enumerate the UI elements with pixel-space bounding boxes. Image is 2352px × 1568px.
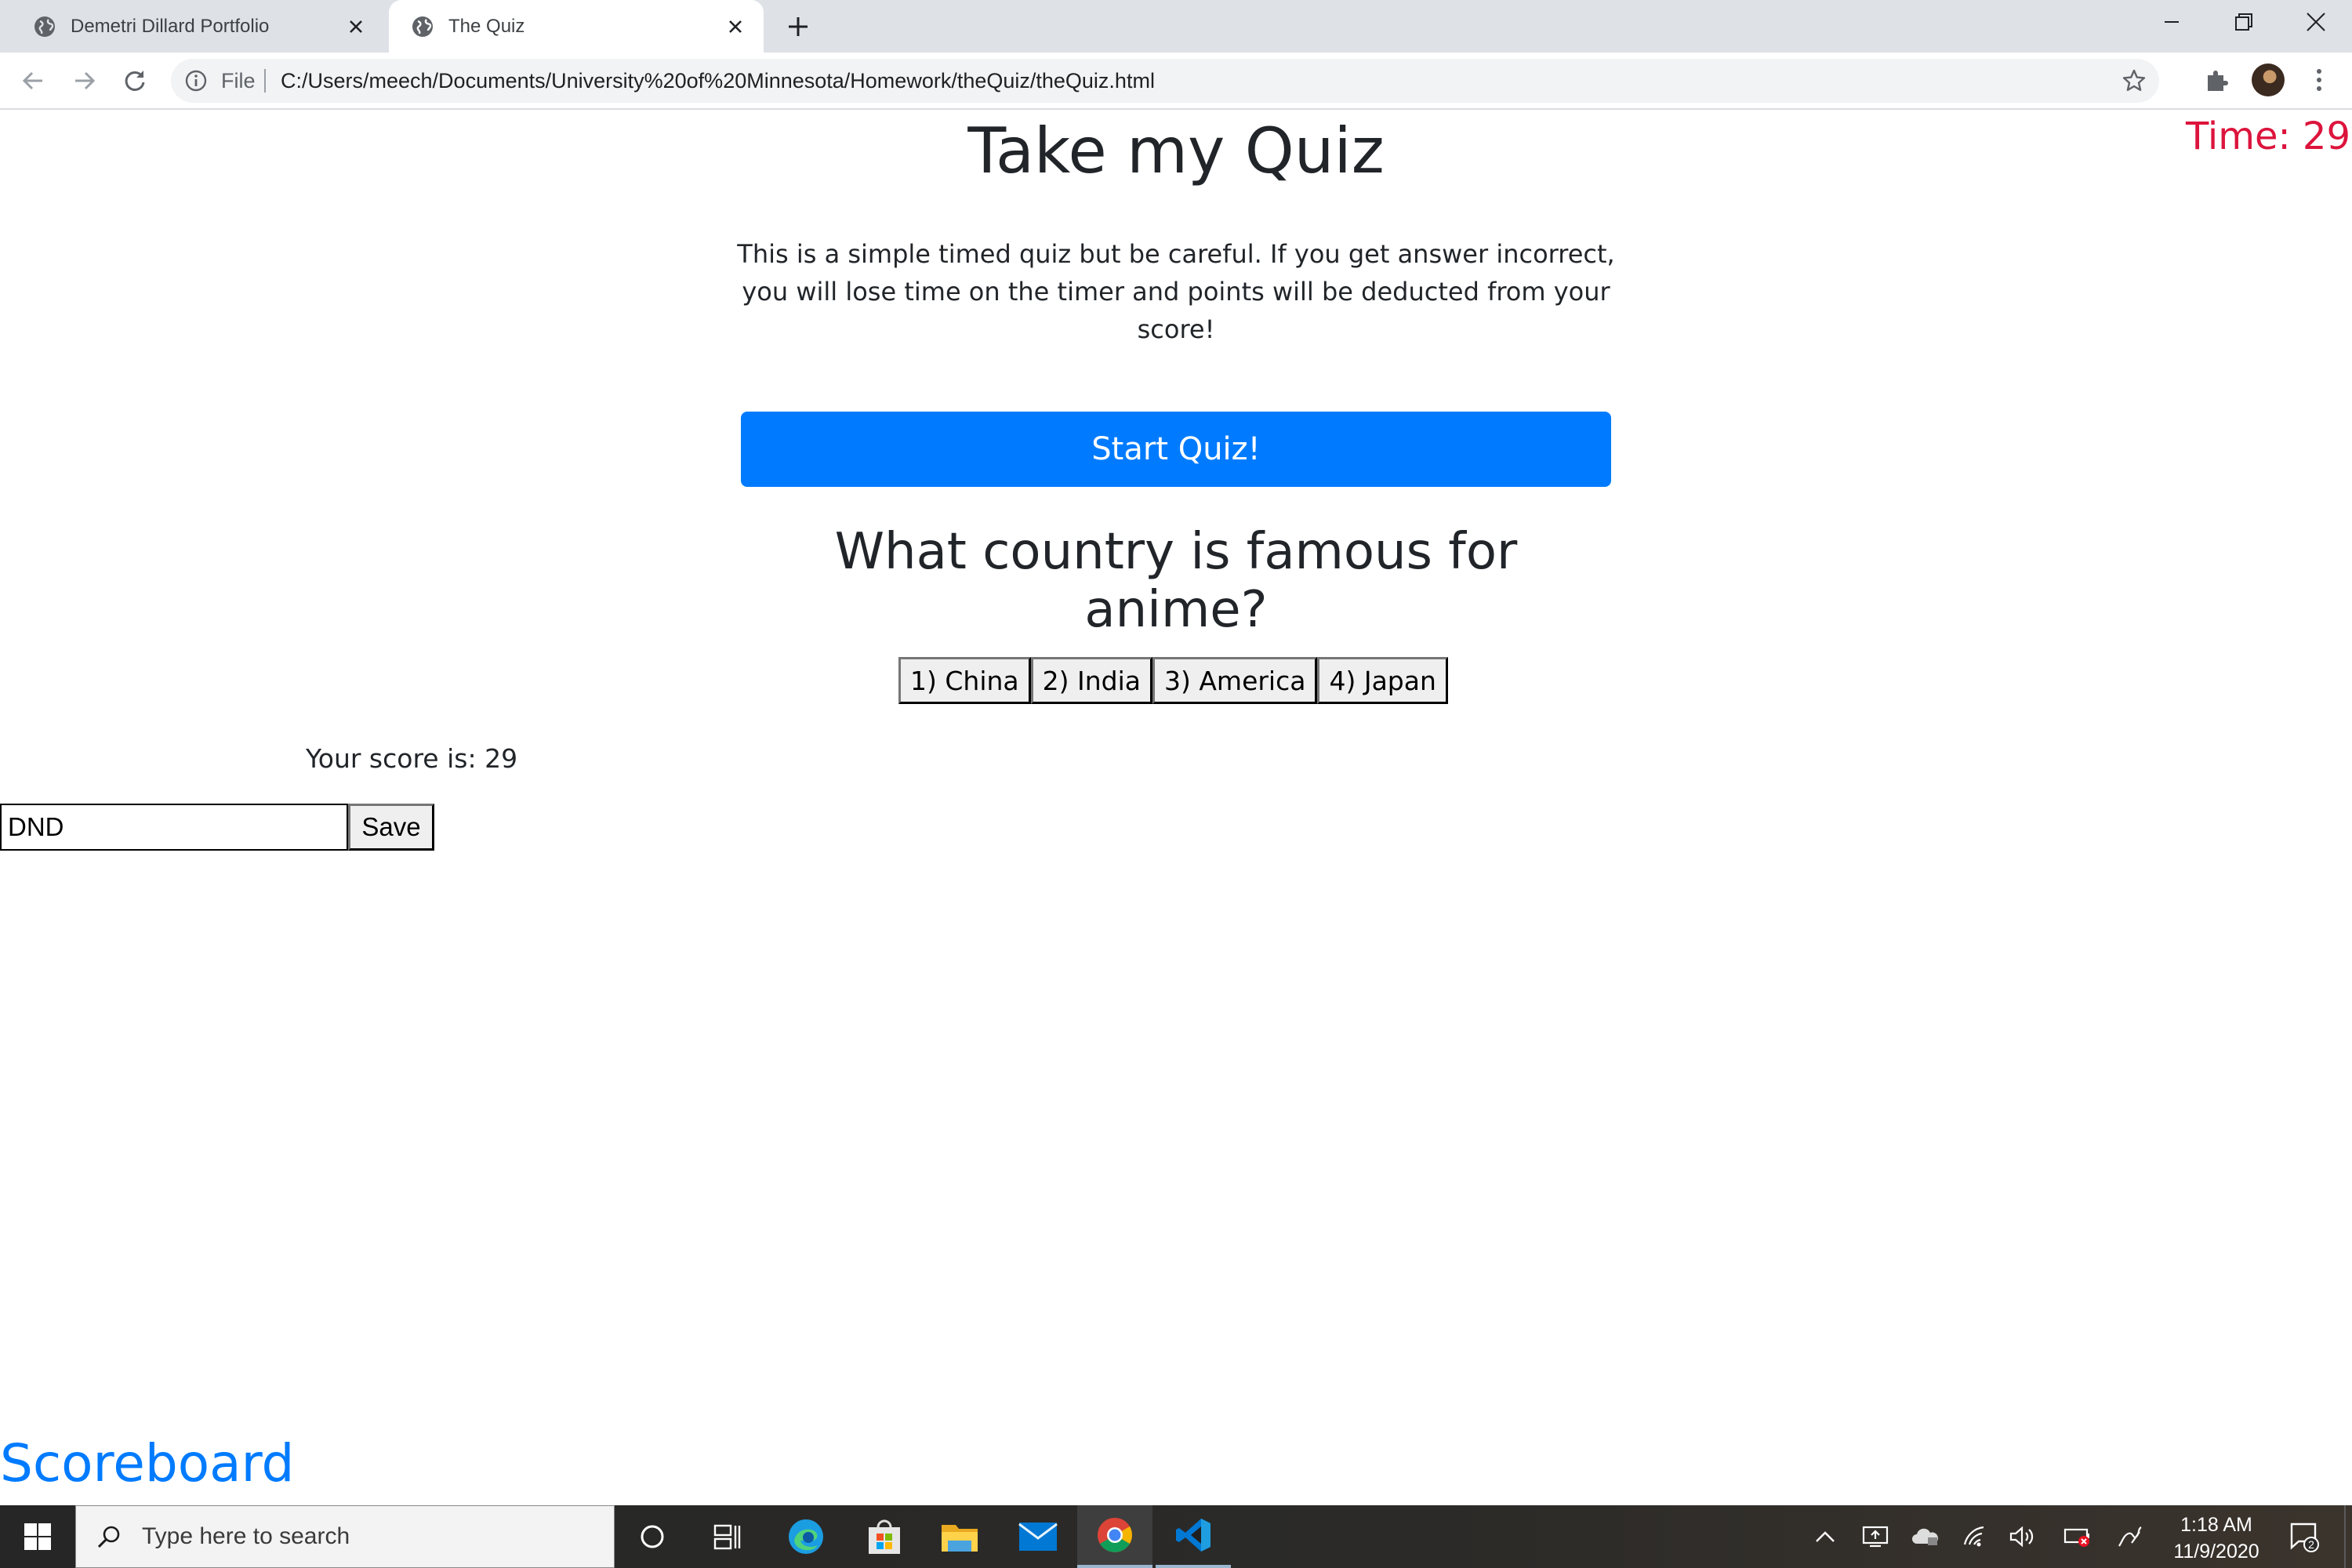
- onedrive-icon[interactable]: [1900, 1505, 1951, 1568]
- windows-start-icon[interactable]: [0, 1505, 75, 1568]
- new-tab-plus-icon[interactable]: [782, 11, 814, 42]
- extensions-puzzle-icon[interactable]: [2201, 64, 2233, 96]
- answer-button-india[interactable]: 2) India: [1030, 657, 1152, 704]
- kebab-menu-icon[interactable]: [2305, 64, 2333, 96]
- close-icon[interactable]: [721, 13, 750, 41]
- cortana-icon[interactable]: [615, 1505, 690, 1568]
- score-text: Your score is: 29: [306, 743, 518, 774]
- forward-arrow-icon[interactable]: [67, 64, 102, 98]
- question-text: What country is famous for anime?: [834, 523, 1518, 639]
- restore-icon[interactable]: [2208, 0, 2280, 44]
- taskbar-search-box[interactable]: Type here to search: [75, 1505, 615, 1568]
- show-desktop-button[interactable]: [2344, 1505, 2352, 1568]
- globe-icon: [33, 15, 56, 38]
- tab-strip: Demetri Dillard Portfolio The Quiz: [0, 0, 2352, 53]
- profile-avatar[interactable]: [2252, 64, 2285, 96]
- info-icon[interactable]: [183, 68, 209, 93]
- volume-icon[interactable]: [1998, 1505, 2048, 1568]
- search-icon: [93, 1521, 125, 1552]
- initials-input[interactable]: [0, 804, 348, 851]
- answer-button-china[interactable]: 1) China: [898, 657, 1031, 704]
- address-toolbar: File C:/Users/meech/Documents/University…: [0, 53, 2352, 110]
- display-icon[interactable]: [1850, 1505, 1900, 1568]
- tab-portfolio[interactable]: Demetri Dillard Portfolio: [0, 0, 384, 53]
- back-arrow-icon[interactable]: [16, 64, 50, 98]
- omnibox[interactable]: File C:/Users/meech/Documents/University…: [171, 59, 2159, 103]
- file-explorer-icon[interactable]: [922, 1505, 997, 1568]
- action-center-icon[interactable]: 2: [2280, 1505, 2330, 1568]
- intro-text: This is a simple timed quiz but be caref…: [737, 239, 1615, 344]
- tab-title: Demetri Dillard Portfolio: [71, 15, 270, 37]
- battery-alert-icon[interactable]: [2053, 1505, 2103, 1568]
- window-close-icon[interactable]: [2280, 0, 2352, 44]
- close-icon[interactable]: [342, 13, 370, 41]
- answer-button-america[interactable]: 3) America: [1152, 657, 1318, 704]
- globe-icon: [411, 15, 434, 38]
- clock-time: 1:18 AM: [2180, 1514, 2252, 1536]
- start-quiz-button[interactable]: Start Quiz!: [741, 412, 1611, 487]
- wifi-icon[interactable]: [1951, 1505, 2001, 1568]
- show-hidden-icons-chevron-icon[interactable]: [1800, 1505, 1850, 1568]
- reload-icon[interactable]: [118, 64, 152, 98]
- windows-taskbar: Type here to search 1:18 AM 11/9/2020 2: [0, 1505, 2352, 1568]
- microsoft-store-icon[interactable]: [847, 1505, 922, 1568]
- mail-icon[interactable]: [1000, 1505, 1076, 1568]
- bookmark-star-icon[interactable]: [2120, 67, 2148, 95]
- task-view-icon[interactable]: [690, 1505, 765, 1568]
- search-placeholder: Type here to search: [142, 1523, 350, 1549]
- chrome-icon[interactable]: [1077, 1505, 1152, 1568]
- scheme-label: File: [221, 69, 256, 93]
- notification-count: 2: [2308, 1538, 2314, 1551]
- tab-title: The Quiz: [448, 15, 525, 37]
- save-button[interactable]: Save: [348, 804, 434, 851]
- clock-date: 11/9/2020: [2173, 1541, 2259, 1563]
- omnibox-divider: [264, 69, 266, 93]
- answer-choices: 1) China 2) India 3) America 4) Japan: [898, 657, 1448, 704]
- taskbar-clock[interactable]: 1:18 AM 11/9/2020: [2158, 1512, 2275, 1565]
- answer-button-japan[interactable]: 4) Japan: [1317, 657, 1448, 704]
- url-text[interactable]: C:/Users/meech/Documents/University%20of…: [281, 69, 1155, 93]
- pen-ink-icon[interactable]: [2104, 1505, 2154, 1568]
- page-title: Take my Quiz: [967, 114, 1385, 187]
- quiz-page: Time: 29 Take my Quiz This is a simple t…: [0, 111, 2352, 1507]
- tab-the-quiz[interactable]: The Quiz: [389, 0, 764, 53]
- minimize-icon[interactable]: [2136, 0, 2208, 44]
- vscode-icon[interactable]: [1156, 1505, 1231, 1568]
- edge-icon[interactable]: [768, 1505, 844, 1568]
- scoreboard-link[interactable]: Scoreboard: [0, 1433, 294, 1494]
